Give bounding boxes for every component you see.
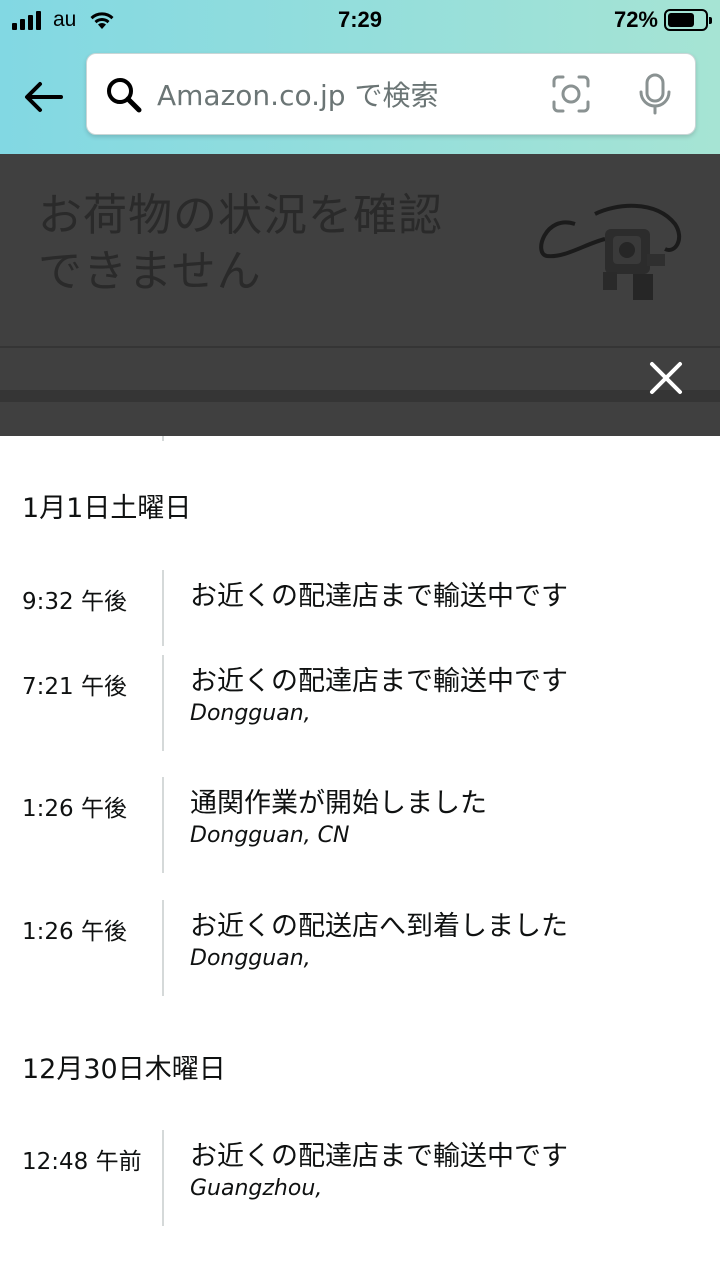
battery-percent: 72% — [613, 7, 658, 32]
search-icon — [107, 78, 142, 113]
event-location: Dongguan, CN — [190, 823, 350, 848]
back-button[interactable] — [16, 70, 70, 124]
event-location: Dongguan, — [190, 946, 311, 971]
date-heading: 1月1日土曜日 — [22, 493, 192, 524]
event-time: 9:32 午後 — [22, 589, 127, 615]
timeline-line — [162, 570, 164, 646]
date-heading: 12月30日木曜日 — [22, 1054, 226, 1085]
timeline-line — [162, 655, 164, 751]
event-time: 1:26 午後 — [22, 919, 127, 945]
close-icon[interactable] — [646, 358, 686, 398]
event-location: Guangzhou, — [190, 1176, 323, 1201]
status-bar: au 7:29 72% — [0, 0, 720, 40]
event-description: 通関作業が開始しました — [190, 788, 487, 819]
arrow-left-icon — [25, 82, 63, 112]
search-bar[interactable] — [86, 53, 696, 135]
overlay-title-line1: お荷物の状況を確認 — [38, 190, 443, 241]
camera-scan-icon[interactable] — [551, 74, 591, 114]
timeline-line — [162, 777, 164, 873]
microphone-icon[interactable] — [637, 72, 673, 116]
overlay-divider — [0, 346, 720, 348]
overlay-divider-band — [0, 390, 720, 402]
status-time: 7:29 — [337, 7, 383, 32]
event-description: お近くの配送店へ到着しました — [190, 911, 568, 942]
event-time: 1:26 午後 — [22, 796, 127, 822]
tracking-timeline: 1月1日土曜日 9:32 午後 お近くの配達店まで輸送中です 7:21 午後 お… — [0, 436, 720, 1280]
overlay-title: お荷物の状況を確認 できません — [38, 188, 508, 300]
tracking-unavailable-overlay: お荷物の状況を確認 できません — [0, 154, 720, 436]
event-description: お近くの配達店まで輸送中です — [190, 1141, 568, 1172]
event-description: お近くの配達店まで輸送中です — [190, 581, 568, 612]
event-time: 7:21 午後 — [22, 674, 127, 700]
timeline-line — [162, 1130, 164, 1226]
event-time: 12:48 午前 — [22, 1149, 142, 1175]
battery-icon — [664, 9, 712, 31]
timeline-line — [162, 900, 164, 996]
status-right: 72% — [613, 7, 712, 33]
product-image — [539, 203, 682, 300]
timeline-line — [162, 436, 164, 441]
overlay-title-line2: できません — [38, 246, 262, 297]
event-location: Dongguan, — [190, 701, 311, 726]
event-description: お近くの配達店まで輸送中です — [190, 666, 568, 697]
search-input[interactable] — [157, 70, 537, 120]
